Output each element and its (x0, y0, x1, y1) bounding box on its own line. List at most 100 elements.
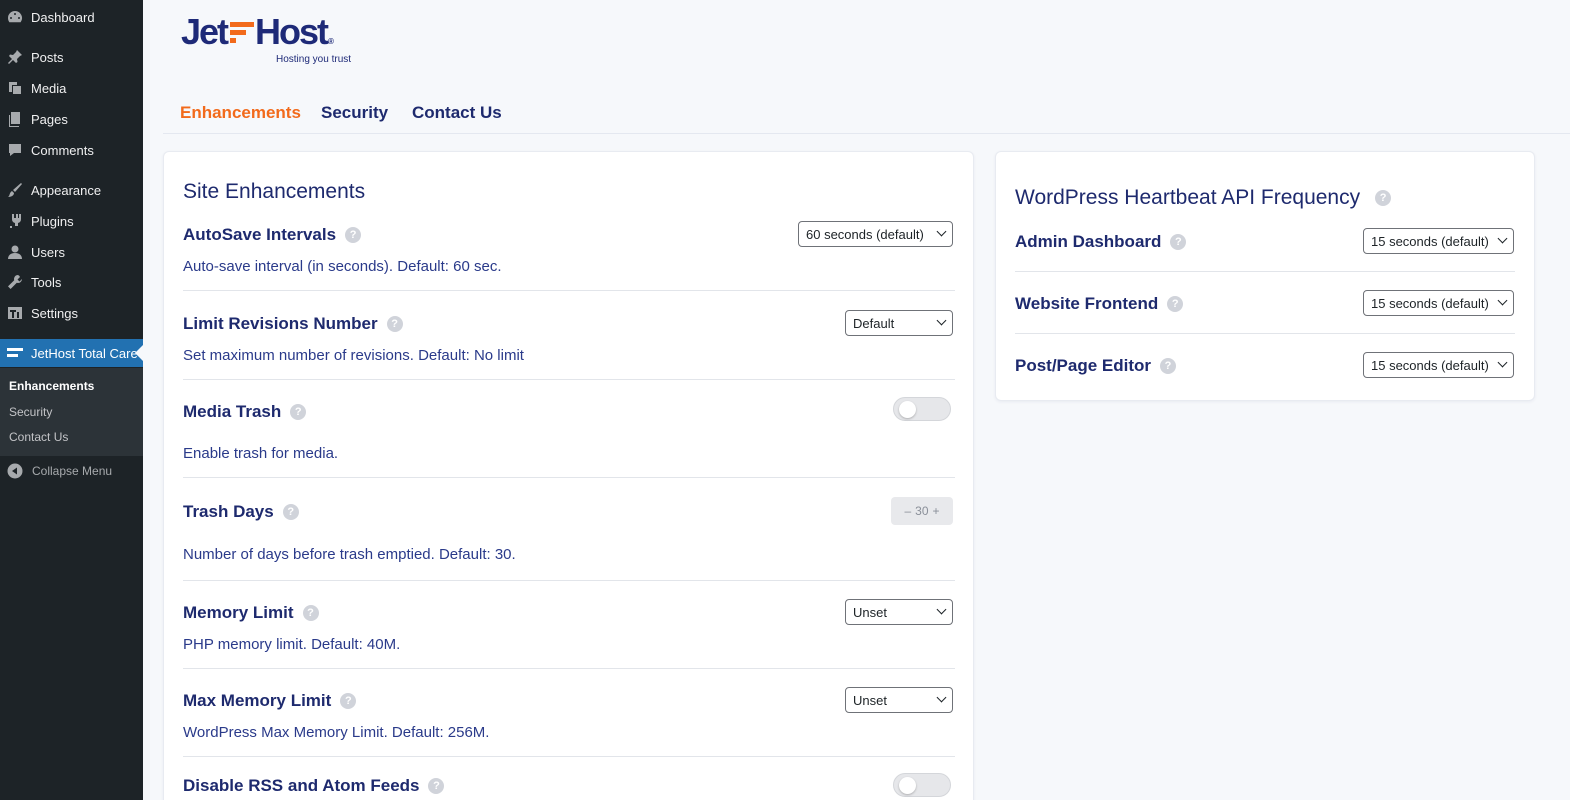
sidebar-item-label: Appearance (31, 182, 102, 198)
pin-icon (7, 49, 23, 65)
collapse-arrow-icon (7, 463, 23, 479)
help-icon[interactable]: ? (1160, 358, 1177, 374)
select-value: 60 seconds (default) (806, 226, 924, 242)
trash-days-stepper[interactable]: – 30 + (891, 497, 953, 525)
help-icon[interactable]: ? (1167, 296, 1184, 312)
help-icon[interactable]: ? (290, 404, 307, 420)
sidebar-item-settings[interactable]: Settings (0, 299, 143, 327)
setting-row-disable-rss: Disable RSS and Atom Feeds ? (183, 773, 955, 800)
sidebar-item-plugins[interactable]: Plugins (0, 207, 143, 235)
setting-label: Post/Page Editor ? (1015, 356, 1177, 376)
submenu-item-enhancements[interactable]: Enhancements (9, 379, 94, 393)
heartbeat-title: WordPress Heartbeat API Frequency ? (1015, 186, 1392, 210)
plugin-tabs: Enhancements Security Contact Us (163, 94, 1570, 134)
memory-limit-select[interactable]: Unset (845, 599, 953, 625)
setting-label: Memory Limit ? (183, 603, 319, 623)
tab-contact-us[interactable]: Contact Us (412, 103, 502, 123)
sidebar-item-label: Pages (31, 111, 68, 127)
help-icon[interactable]: ? (282, 504, 299, 520)
sidebar-item-label: JetHost Total Care (31, 345, 138, 361)
stepper-plus[interactable]: + (933, 504, 940, 518)
sidebar-item-label: Plugins (31, 213, 74, 229)
setting-description: Auto-save interval (in seconds). Default… (183, 258, 502, 275)
setting-label: Trash Days ? (183, 502, 299, 522)
sidebar-item-dashboard[interactable]: Dashboard (0, 3, 143, 31)
setting-row-autosave: AutoSave Intervals ? 60 seconds (default… (183, 220, 955, 291)
setting-label-text: Limit Revisions Number (183, 314, 378, 333)
site-enhancements-card: Site Enhancements AutoSave Intervals ? 6… (163, 151, 974, 800)
heartbeat-card: WordPress Heartbeat API Frequency ? Admi… (995, 151, 1535, 401)
post-page-editor-frequency-select[interactable]: 15 seconds (default) (1363, 352, 1514, 378)
help-icon[interactable]: ? (386, 316, 403, 332)
sidebar-item-tools[interactable]: Tools (0, 268, 143, 296)
heartbeat-row-post-page-editor: Post/Page Editor ? 15 seconds (default) (1015, 334, 1515, 396)
jethost-logo: Jet Host ® Hosting you trust (181, 14, 381, 70)
submenu-item-contact-us[interactable]: Contact Us (9, 430, 68, 444)
setting-label-text: Memory Limit (183, 603, 294, 622)
setting-description: Enable trash for media. (183, 445, 339, 462)
media-trash-toggle[interactable] (893, 397, 951, 421)
setting-label: Admin Dashboard ? (1015, 232, 1187, 252)
setting-row-trash-days: Trash Days ? – 30 + Number of days befor… (183, 496, 955, 581)
help-icon[interactable]: ? (340, 693, 357, 709)
chevron-down-icon (936, 315, 947, 326)
sidebar-item-label: Settings (31, 305, 78, 321)
sidebar-item-appearance[interactable]: Appearance (0, 176, 143, 204)
sidebar-item-comments[interactable]: Comments (0, 136, 143, 164)
sidebar-submenu: Enhancements Security Contact Us (0, 368, 143, 456)
select-value: Unset (853, 692, 887, 708)
card-title: Site Enhancements (183, 180, 366, 203)
setting-description: Set maximum number of revisions. Default… (183, 347, 524, 364)
help-icon[interactable]: ? (345, 227, 362, 243)
brush-icon (7, 182, 23, 198)
logo-bars-icon (227, 14, 255, 50)
submenu-item-security[interactable]: Security (9, 405, 52, 419)
stepper-value: 30 (915, 504, 929, 518)
heartbeat-row-website-frontend: Website Frontend ? 15 seconds (default) (1015, 272, 1515, 334)
sidebar-item-label: Users (31, 244, 65, 260)
setting-description: PHP memory limit. Default: 40M. (183, 636, 401, 653)
select-value: 15 seconds (default) (1371, 233, 1489, 249)
sidebar-item-label: Comments (31, 142, 94, 158)
select-value: Default (853, 315, 895, 331)
sidebar-item-pages[interactable]: Pages (0, 105, 143, 133)
setting-row-limit-revisions: Limit Revisions Number ? Default Set max… (183, 309, 955, 380)
chevron-down-icon (936, 226, 947, 237)
sidebar-item-label: Tools (31, 274, 62, 290)
toggle-knob (899, 401, 916, 418)
collapse-menu-label: Collapse Menu (32, 464, 113, 478)
pages-icon (7, 111, 23, 127)
sidebar-item-media[interactable]: Media (0, 74, 143, 102)
select-value: 15 seconds (default) (1371, 295, 1489, 311)
select-value: 15 seconds (default) (1371, 357, 1489, 373)
wp-admin-sidebar: Dashboard Posts Media Pages Comments App… (0, 0, 143, 800)
chevron-down-icon (1497, 357, 1508, 368)
disable-rss-toggle[interactable] (893, 773, 951, 797)
dashboard-icon (7, 9, 23, 25)
sidebar-item-jethost-total-care[interactable]: JetHost Total Care (0, 339, 143, 367)
setting-description: Number of days before trash emptied. Def… (183, 546, 516, 563)
setting-label-text: Max Memory Limit (183, 691, 332, 710)
tab-security[interactable]: Security (321, 103, 388, 123)
setting-label-text: Admin Dashboard (1015, 232, 1162, 251)
website-frontend-frequency-select[interactable]: 15 seconds (default) (1363, 290, 1514, 316)
stepper-minus[interactable]: – (904, 504, 911, 518)
sidebar-item-users[interactable]: Users (0, 238, 143, 266)
help-icon[interactable]: ? (1375, 190, 1392, 206)
help-icon[interactable]: ? (1170, 234, 1187, 250)
max-memory-limit-select[interactable]: Unset (845, 687, 953, 713)
chevron-down-icon (1497, 233, 1508, 244)
help-icon[interactable]: ? (302, 605, 319, 621)
autosave-interval-select[interactable]: 60 seconds (default) (798, 221, 953, 247)
limit-revisions-select[interactable]: Default (845, 310, 953, 336)
setting-label: Disable RSS and Atom Feeds ? (183, 776, 445, 796)
collapse-menu-button[interactable]: Collapse Menu (0, 458, 143, 484)
setting-label-text: Website Frontend (1015, 294, 1159, 313)
help-icon[interactable]: ? (428, 778, 445, 794)
tab-enhancements[interactable]: Enhancements (180, 103, 301, 123)
sidebar-item-label: Media (31, 80, 67, 96)
logo-jet: Jet (181, 11, 229, 52)
sidebar-item-posts[interactable]: Posts (0, 43, 143, 71)
admin-dashboard-frequency-select[interactable]: 15 seconds (default) (1363, 228, 1514, 254)
sidebar-item-label: Posts (31, 49, 64, 65)
